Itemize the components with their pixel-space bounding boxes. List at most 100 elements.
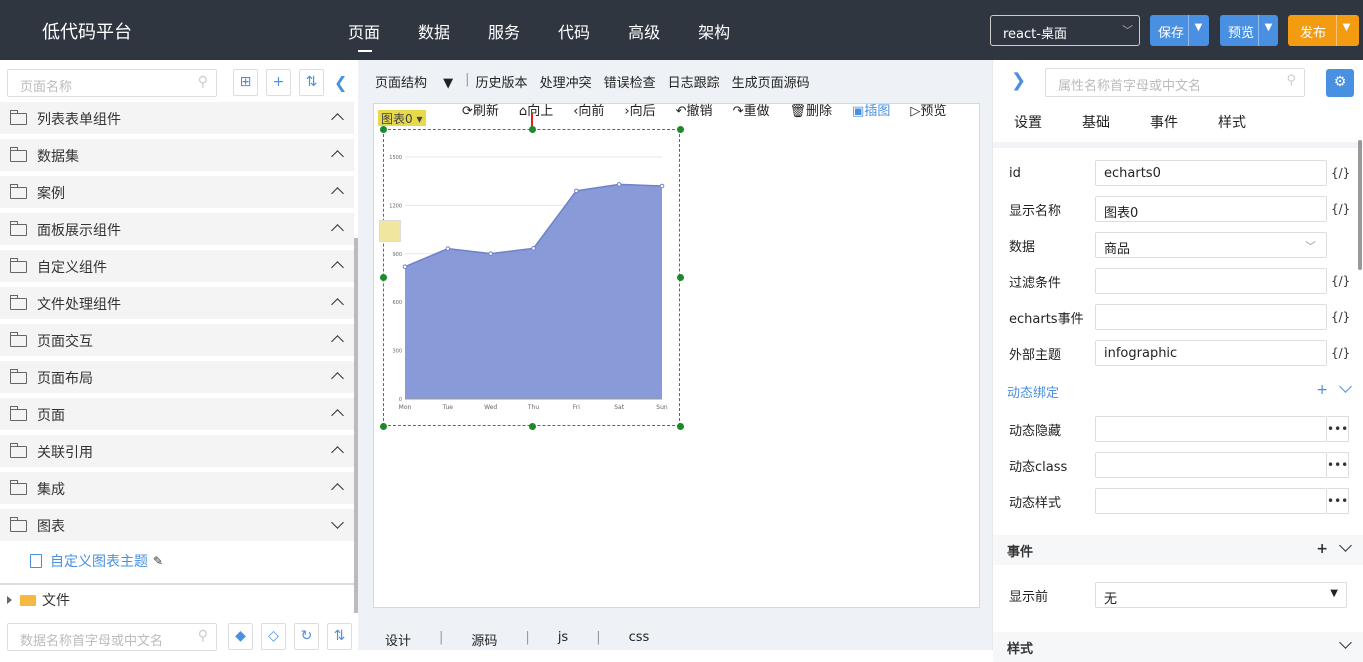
undo-button[interactable]: ↶撤销 [676,100,723,119]
resize-handle[interactable] [380,423,387,430]
move-forward-button[interactable]: ‹向前 [573,100,614,119]
pencil-icon[interactable]: ✎ [153,554,163,568]
more-icon[interactable]: ••• [1327,488,1349,514]
dynamic-binding-header[interactable]: 动态绑定 + [993,376,1363,406]
resize-handle[interactable] [677,423,684,430]
tree-item[interactable]: 面板展示组件 [0,211,354,248]
dynamic-property-input[interactable] [1095,488,1327,514]
chevron-down-icon[interactable] [1339,539,1352,552]
collapse-left-icon[interactable]: ❮ [334,73,347,92]
tab-style[interactable]: 样式 [1218,112,1246,132]
tab-source[interactable]: 源码 [471,630,497,649]
resize-handle[interactable] [529,126,536,133]
sort-icon[interactable]: ⇅ [327,623,352,650]
tab-basic[interactable]: 基础 [1082,112,1110,132]
tree-item[interactable]: 页面 [0,396,354,433]
preview-button[interactable]: 预览 ▼ [1220,15,1278,46]
chevron-down-icon[interactable] [1339,636,1352,649]
add-icon[interactable]: + [266,69,291,96]
chevron-down-icon[interactable] [1339,380,1352,393]
chevron-up-icon[interactable] [331,370,344,385]
add-icon[interactable]: + [1316,541,1328,557]
caret-down-icon[interactable]: ▼ [1258,15,1278,46]
tree-item[interactable]: 页面布局 [0,359,354,396]
code-editor-icon[interactable]: {/} [1331,202,1350,216]
add-folder-icon[interactable]: ⊞ [233,69,258,96]
env-select[interactable]: react-桌面 ﹀ [990,15,1140,46]
expand-right-icon[interactable]: ❯ [1011,70,1026,91]
pin-icon[interactable]: ◆ [228,623,253,650]
conflict-button[interactable]: 处理冲突 [540,72,592,91]
expand-triangle-icon[interactable] [7,596,12,604]
move-back-button[interactable]: ›向后 [624,100,665,119]
component-icon[interactable] [379,220,401,242]
resize-handle[interactable] [677,274,684,281]
refresh-icon[interactable]: ↻ [294,623,319,650]
resize-handle[interactable] [380,274,387,281]
tab-js[interactable]: js [558,630,568,649]
chevron-up-icon[interactable] [331,185,344,200]
caret-down-icon[interactable]: ▼ [1188,15,1208,46]
chevron-up-icon[interactable] [331,296,344,311]
log-trace-button[interactable]: 日志跟踪 [668,72,720,91]
code-editor-icon[interactable]: {/} [1331,166,1350,180]
refresh-button[interactable]: ⟳刷新 [462,100,509,119]
publish-button[interactable]: 发布 ▼ [1288,15,1359,46]
insert-image-button[interactable]: ▣插图 [852,100,900,119]
chevron-down-icon[interactable] [331,516,344,529]
more-icon[interactable]: ••• [1327,452,1349,478]
chevron-up-icon[interactable] [331,148,344,163]
dynamic-property-input[interactable] [1095,416,1327,442]
more-icon[interactable]: ••• [1327,416,1349,442]
dynamic-property-input[interactable] [1095,452,1327,478]
property-input[interactable] [1095,268,1327,294]
resize-handle[interactable] [677,126,684,133]
code-editor-icon[interactable]: {/} [1331,274,1350,288]
redo-button[interactable]: ↷重做 [733,100,780,119]
tree-item[interactable]: 页面交互 [0,322,354,359]
page-structure-menu[interactable]: 页面结构 ▼ [375,72,453,91]
nav-data[interactable]: 数据 [418,19,450,43]
custom-chart-theme-item[interactable]: 自定义图表主题 ✎ [30,551,163,571]
resize-handle[interactable] [529,423,536,430]
property-input[interactable] [1095,304,1327,330]
nav-code[interactable]: 代码 [558,19,590,43]
file-tree-item[interactable]: 文件 [7,590,70,610]
chevron-up-icon[interactable] [331,222,344,237]
tab-css[interactable]: css [629,630,650,649]
property-input[interactable]: 图表0 [1095,196,1327,222]
right-scrollbar[interactable] [1358,140,1362,270]
tab-events[interactable]: 事件 [1150,112,1178,132]
property-input[interactable]: 商品 ﹀ [1095,232,1327,258]
history-button[interactable]: 历史版本 [476,72,528,91]
tree-item[interactable]: 数据集 [0,137,354,174]
property-input[interactable]: infographic [1095,340,1327,366]
chevron-up-icon[interactable] [331,333,344,348]
sort-icon[interactable]: ⇅ [299,69,324,96]
tree-item[interactable]: 关联引用 [0,433,354,470]
style-header[interactable]: 样式 [993,632,1363,662]
tag-icon[interactable]: ◇ [261,623,286,650]
chevron-up-icon[interactable] [331,444,344,459]
nav-advanced[interactable]: 高级 [628,19,660,43]
nav-page[interactable]: 页面 [348,19,380,52]
nav-service[interactable]: 服务 [488,19,520,43]
tree-item[interactable]: 列表表单组件 [0,100,354,137]
tree-item[interactable]: 案例 [0,174,354,211]
events-header[interactable]: 事件 + [993,535,1363,565]
gear-icon[interactable]: ⚙ [1326,69,1354,97]
code-editor-icon[interactable]: {/} [1331,310,1350,324]
chevron-up-icon[interactable] [331,481,344,496]
chevron-up-icon[interactable] [331,111,344,126]
tab-design[interactable]: 设计 [385,630,411,649]
caret-down-icon[interactable]: ▾ [416,112,422,126]
resize-handle[interactable] [380,126,387,133]
property-input[interactable]: echarts0 [1095,160,1327,186]
delete-button[interactable]: 🗑删除 [789,100,842,119]
tree-item[interactable]: 文件处理组件 [0,285,354,322]
tree-item[interactable]: 集成 [0,470,354,507]
before-show-select[interactable]: 无 ▼ [1095,582,1347,608]
save-button[interactable]: 保存 ▼ [1150,15,1209,46]
data-search-input[interactable]: 数据名称首字母或中文名 ⚲ [7,623,217,651]
add-icon[interactable]: + [1316,382,1328,398]
